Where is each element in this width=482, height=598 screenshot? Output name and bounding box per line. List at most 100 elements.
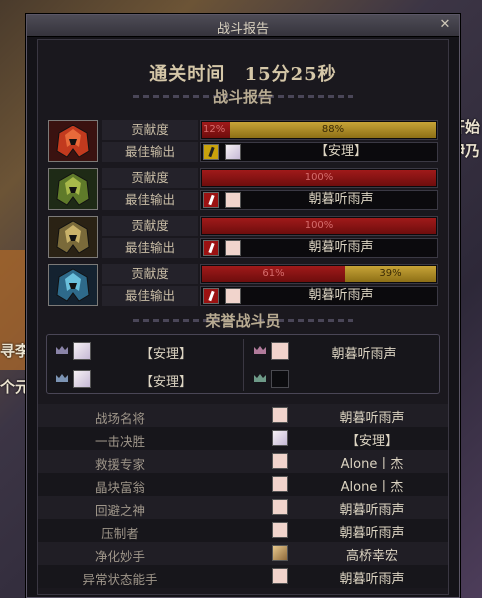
best-output-label: 最佳输出: [102, 286, 198, 306]
award-row: 压制者 朝暮听雨声: [38, 519, 448, 542]
close-icon[interactable]: ✕: [437, 17, 453, 33]
avatar: [272, 430, 288, 446]
award-player-name: 朝暮听雨声: [339, 526, 405, 541]
honor-entry: 【安理】: [47, 339, 239, 365]
avatar: [225, 144, 241, 160]
award-title: 回避之神: [94, 503, 145, 518]
award-row: 战场名将 朝暮听雨声: [38, 404, 448, 427]
honor-section-header: 荣誉战斗员: [38, 310, 448, 330]
empty-avatar: [271, 370, 289, 388]
crown-icon: [56, 346, 68, 354]
award-title: 异常状态能手: [82, 572, 158, 587]
avatar: [73, 342, 91, 360]
contribution-row: 贡献度 61% 39%: [102, 264, 438, 284]
award-player-name: Alone丨杰: [340, 457, 404, 472]
best-output-row: 最佳输出 【安理】: [102, 142, 438, 162]
award-title: 压制者: [101, 526, 139, 541]
award-player-name: Alone丨杰: [340, 480, 404, 495]
honor-name: 朝暮听雨声: [331, 347, 397, 362]
crown-icon: [254, 374, 266, 382]
avatar: [225, 288, 241, 304]
honor-divider: [243, 339, 244, 391]
award-title: 一击决胜: [94, 434, 145, 449]
award-title: 战场名将: [94, 411, 145, 426]
report-section-header: 战斗报告: [38, 86, 448, 106]
contribution-row: 贡献度 100%: [102, 168, 438, 188]
award-player-name: 朝暮听雨声: [339, 411, 405, 426]
avatar: [272, 568, 288, 584]
weapon-icon: [203, 240, 219, 256]
clear-time-label: 通关时间: [149, 64, 226, 85]
weapon-icon: [203, 192, 219, 208]
contribution-segment: 88%: [230, 122, 436, 138]
award-row: 一击决胜 【安理】: [38, 427, 448, 450]
contribution-row: 贡献度 100%: [102, 216, 438, 236]
best-output-value: 朝暮听雨声: [200, 190, 438, 210]
player-row: 贡献度 12% 88% 最佳输出 【安理】: [48, 120, 438, 164]
awards-list: 战场名将 朝暮听雨声 一击决胜 【安理】 救援专家 Alone丨杰 晶块富翁 A…: [38, 404, 448, 588]
crown-icon: [254, 346, 266, 354]
clear-time-value: 15分25秒: [244, 64, 337, 85]
player-row: 贡献度 100% 最佳输出 朝暮听雨声: [48, 216, 438, 260]
weapon-icon: [203, 288, 219, 304]
crown-icon: [56, 374, 68, 382]
best-output-name: 朝暮听雨声: [308, 240, 374, 255]
weapon-icon: [203, 144, 219, 160]
contribution-label: 贡献度: [102, 120, 198, 140]
award-row: 异常状态能手 朝暮听雨声: [38, 565, 448, 588]
contribution-bar: 100%: [200, 168, 438, 188]
award-title: 净化妙手: [94, 549, 145, 564]
honor-entry: [245, 367, 437, 393]
contribution-row: 贡献度 12% 88%: [102, 120, 438, 140]
award-player-name: 高桥幸宏: [345, 549, 398, 564]
best-output-label: 最佳输出: [102, 190, 198, 210]
clear-time: 通关时间 15分25秒: [38, 60, 448, 86]
award-row: 净化妙手 高桥幸宏: [38, 542, 448, 565]
blue-helmet-icon: [48, 264, 98, 306]
window-title: 战斗报告: [216, 22, 269, 37]
best-output-value: 朝暮听雨声: [200, 238, 438, 258]
avatar: [272, 476, 288, 492]
report-content: 通关时间 15分25秒 战斗报告 贡献度 12% 88% 最佳输出 【安理】 贡…: [37, 39, 449, 595]
window-titlebar[interactable]: 战斗报告 ✕: [27, 15, 459, 37]
contribution-segment: 61%: [202, 266, 345, 282]
gold-helmet-icon: [48, 216, 98, 258]
contribution-segment: 100%: [202, 218, 436, 234]
award-player-name: 朝暮听雨声: [339, 572, 405, 587]
award-player-name: 朝暮听雨声: [339, 503, 405, 518]
award-player-name: 【安理】: [345, 434, 398, 449]
honor-entry: 朝暮听雨声: [245, 339, 437, 365]
contribution-label: 贡献度: [102, 216, 198, 236]
best-output-name: 朝暮听雨声: [308, 192, 374, 207]
contribution-bar: 100%: [200, 216, 438, 236]
best-output-name: 【安理】: [314, 144, 367, 159]
avatar: [73, 370, 91, 388]
avatar: [272, 453, 288, 469]
red-helmet-icon: [48, 120, 98, 162]
avatar: [271, 342, 289, 360]
green-helmet-icon: [48, 168, 98, 210]
best-output-row: 最佳输出 朝暮听雨声: [102, 190, 438, 210]
honor-entry: 【安理】: [47, 367, 239, 393]
award-row: 回避之神 朝暮听雨声: [38, 496, 448, 519]
avatar: [272, 407, 288, 423]
award-title: 晶块富翁: [94, 480, 145, 495]
best-output-row: 最佳输出 朝暮听雨声: [102, 238, 438, 258]
avatar: [272, 545, 288, 561]
player-row: 贡献度 61% 39% 最佳输出 朝暮听雨声: [48, 264, 438, 308]
honor-name: 【安理】: [139, 375, 192, 390]
avatar: [272, 522, 288, 538]
contribution-bar: 12% 88%: [200, 120, 438, 140]
report-section-title: 战斗报告: [212, 88, 273, 106]
avatar: [225, 240, 241, 256]
award-title: 救援专家: [94, 457, 145, 472]
honor-name: 【安理】: [139, 347, 192, 362]
avatar: [225, 192, 241, 208]
award-row: 救援专家 Alone丨杰: [38, 450, 448, 473]
contribution-label: 贡献度: [102, 264, 198, 284]
honor-box: 【安理】 朝暮听雨声 【安理】: [46, 334, 440, 394]
honor-section-title: 荣誉战斗员: [205, 312, 281, 330]
best-output-row: 最佳输出 朝暮听雨声: [102, 286, 438, 306]
player-row: 贡献度 100% 最佳输出 朝暮听雨声: [48, 168, 438, 212]
contribution-label: 贡献度: [102, 168, 198, 188]
